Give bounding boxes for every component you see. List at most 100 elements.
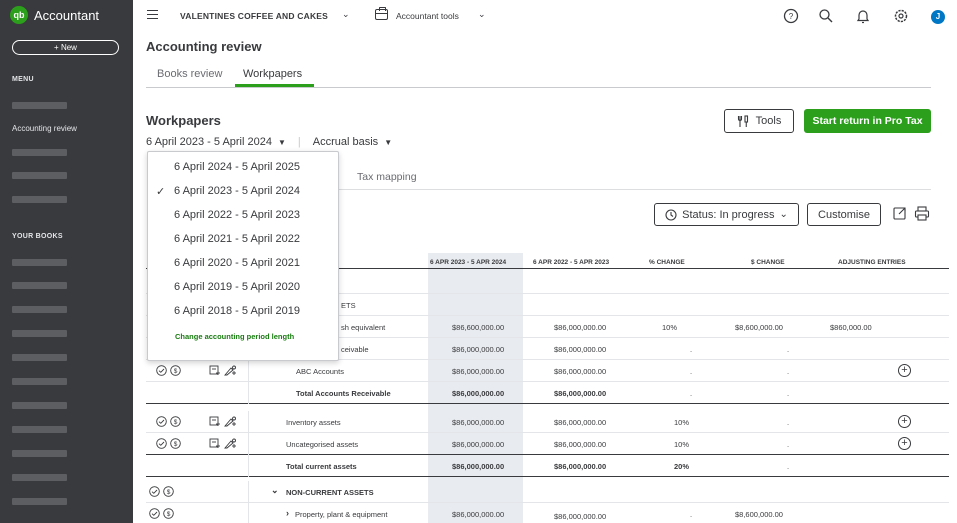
sidebar-item-placeholder[interactable] [12,259,67,266]
check-circle-icon[interactable] [156,438,167,449]
tools-button[interactable]: Tools [724,109,794,133]
new-button[interactable]: + New [12,40,119,55]
sidebar-item-placeholder[interactable] [12,474,67,481]
search-icon[interactable] [818,8,834,24]
accountant-tools-menu[interactable]: Accountant tools [396,11,459,21]
table-row-total: Total current assets $86,000,000.00 $86,… [146,455,949,477]
sidebar-item-placeholder[interactable] [12,102,67,109]
header-dollar-change[interactable]: $ CHANGE [751,259,785,266]
dollar-circle-icon[interactable]: $ [170,438,181,449]
expand-down-icon[interactable]: ⌄ [271,485,279,496]
sidebar-item-accounting-review[interactable]: Accounting review [12,124,77,133]
row-label[interactable]: sh equivalent [341,323,385,332]
row-prior-value: $86,000,000.00 [554,367,607,376]
note-add-icon[interactable] [209,416,221,427]
sidebar-item-placeholder[interactable] [12,282,67,289]
period-option[interactable]: 6 April 2021 - 5 April 2022 [174,233,300,245]
avatar-initial: J [935,12,941,21]
period-option[interactable]: 6 April 2018 - 5 April 2019 [174,305,300,317]
header-adjusting-entries[interactable]: ADJUSTING ENTRIES [838,259,906,266]
sidebar-item-placeholder[interactable] [12,330,67,337]
sidebar-item-placeholder[interactable] [12,306,67,313]
row-prior-value: $86,000,000.00 [554,462,607,471]
check-circle-icon[interactable] [149,486,160,497]
add-adjusting-entry-button[interactable]: + [898,415,911,428]
brand[interactable]: qb Accountant [10,6,99,24]
assign-user-icon[interactable] [224,416,238,427]
check-circle-icon[interactable] [156,365,167,376]
caret-down-icon[interactable]: ▼ [384,138,392,147]
dollar-circle-icon[interactable]: $ [163,486,174,497]
sidebar-item-placeholder[interactable] [12,378,67,385]
check-icon: ✓ [156,186,166,198]
row-pct-change: . [690,510,693,519]
chevron-down-icon[interactable]: ⌄ [478,9,486,20]
row-prior-value: $86,000,000.00 [554,418,607,427]
row-status-icons: $ [156,416,181,427]
period-option[interactable]: 6 April 2024 - 5 April 2025 [174,161,300,173]
expand-right-icon[interactable]: › [286,508,289,518]
add-adjusting-entry-button[interactable]: + [898,364,911,377]
hamburger-menu-icon[interactable] [147,10,158,19]
sidebar-item-placeholder[interactable] [12,498,67,505]
row-label[interactable]: ceivable [341,345,369,354]
row-label[interactable]: Uncategorised assets [286,440,358,449]
print-icon[interactable] [914,206,930,221]
period-option[interactable]: 6 April 2019 - 5 April 2020 [174,281,300,293]
period-option[interactable]: 6 April 2020 - 5 April 2021 [174,257,300,269]
company-name[interactable]: VALENTINES COFFEE AND CAKES [180,11,328,21]
dollar-circle-icon[interactable]: $ [170,416,181,427]
row-label[interactable]: Inventory assets [286,418,341,427]
dollar-circle-icon[interactable]: $ [163,508,174,519]
sidebar-item-placeholder[interactable] [12,172,67,179]
add-adjusting-entry-button[interactable]: + [898,437,911,450]
svg-text:$: $ [174,419,178,426]
row-pct-change: . [690,345,693,354]
header-prior-period[interactable]: 6 APR 2022 - 5 APR 2023 [533,259,609,266]
row-label[interactable]: NON-CURRENT ASSETS [286,488,374,497]
chevron-down-icon: ⌄ [779,209,788,220]
tab-books-review[interactable]: Books review [157,68,222,80]
check-circle-icon[interactable] [156,416,167,427]
tab-tax-mapping[interactable]: Tax mapping [357,171,417,183]
tools-label: Tools [755,115,782,127]
row-label[interactable]: Property, plant & equipment [295,510,387,519]
sidebar-item-placeholder[interactable] [12,354,67,361]
tab-workpapers[interactable]: Workpapers [243,68,302,80]
sidebar-item-placeholder[interactable] [12,149,67,156]
note-add-icon[interactable] [209,365,221,376]
row-current-value: $86,000,000.00 [452,345,505,354]
row-adjusting-entry[interactable]: $860,000.00 [830,323,872,332]
row-status-icons: $ [156,365,181,376]
period-selector[interactable]: 6 April 2023 - 5 April 2024 [146,136,272,148]
sidebar-item-placeholder[interactable] [12,196,67,203]
sidebar-item-placeholder[interactable] [12,426,67,433]
basis-selector[interactable]: Accrual basis [313,136,378,148]
period-option[interactable]: 6 April 2022 - 5 April 2023 [174,209,300,221]
change-period-length-link[interactable]: Change accounting period length [175,332,294,341]
assign-user-icon[interactable] [224,438,238,449]
customise-button[interactable]: Customise [807,203,881,226]
sidebar-item-placeholder[interactable] [12,402,67,409]
help-icon[interactable]: ? [783,8,799,24]
row-current-value: $86,000,000.00 [452,440,505,449]
start-return-button[interactable]: Start return in Pro Tax [804,109,931,133]
header-current-period[interactable]: 6 APR 2023 - 5 APR 2024 [430,259,506,266]
dollar-circle-icon[interactable]: $ [170,365,181,376]
period-option-selected[interactable]: 6 April 2023 - 5 April 2024 [174,185,300,197]
check-circle-icon[interactable] [149,508,160,519]
assign-user-icon[interactable] [224,365,238,376]
export-icon[interactable] [893,206,907,221]
sidebar-item-placeholder[interactable] [12,450,67,457]
bell-icon[interactable] [855,8,871,24]
note-add-icon[interactable] [209,438,221,449]
column-divider [248,481,249,503]
gear-icon[interactable] [893,8,909,24]
status-button[interactable]: Status: In progress ⌄ [654,203,799,226]
period-selector-row: 6 April 2023 - 5 April 2024 ▼ | Accrual … [146,136,392,148]
caret-down-icon[interactable]: ▼ [278,138,286,147]
briefcase-icon[interactable] [375,7,388,20]
header-pct-change[interactable]: % CHANGE [649,259,685,266]
row-label[interactable]: ABC Accounts [296,367,344,376]
chevron-down-icon[interactable]: ⌄ [342,9,350,20]
